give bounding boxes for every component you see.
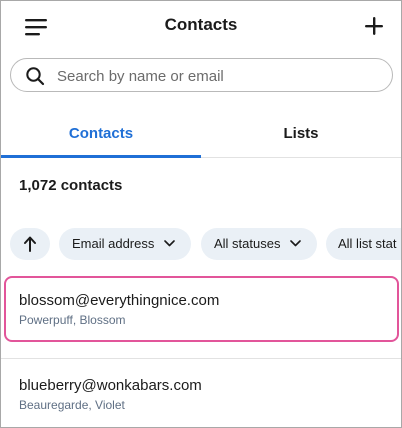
contact-name: Powerpuff, Blossom bbox=[19, 313, 126, 327]
arrow-up-icon bbox=[24, 236, 36, 252]
filter-chips: Email address All statuses All list stat bbox=[1, 228, 401, 260]
filter-statuses[interactable]: All statuses bbox=[201, 228, 317, 260]
sort-button[interactable] bbox=[10, 228, 50, 260]
filter-email-address[interactable]: Email address bbox=[59, 228, 191, 260]
page-title: Contacts bbox=[164, 15, 238, 34]
tab-contacts[interactable]: Contacts bbox=[1, 111, 201, 158]
plus-icon[interactable] bbox=[361, 13, 387, 39]
row-divider bbox=[1, 358, 401, 359]
search-input[interactable] bbox=[57, 65, 377, 87]
selection-highlight bbox=[4, 276, 399, 342]
active-tab-indicator bbox=[1, 155, 201, 158]
contact-count: 1,072 contacts bbox=[19, 177, 123, 194]
contact-email: blueberry@wonkabars.com bbox=[19, 377, 202, 394]
filter-statuses-label: All statuses bbox=[214, 236, 281, 251]
contact-row[interactable]: blueberry@wonkabars.com Beauregarde, Vio… bbox=[1, 363, 401, 425]
tab-bar: Contacts Lists bbox=[1, 111, 401, 158]
app-header: Contacts bbox=[1, 1, 401, 53]
chevron-down-icon bbox=[290, 240, 301, 247]
filter-list-statuses-label: All list stat bbox=[338, 236, 397, 251]
search-bar bbox=[10, 58, 393, 92]
contacts-screen: Contacts Contacts Lists 1,072 contacts E… bbox=[0, 0, 402, 428]
search-icon bbox=[26, 67, 45, 86]
filter-email-address-label: Email address bbox=[72, 236, 155, 251]
contact-row-selected[interactable]: blossom@everythingnice.com Powerpuff, Bl… bbox=[1, 276, 401, 342]
chevron-down-icon bbox=[164, 240, 175, 247]
filter-list-statuses[interactable]: All list stat bbox=[326, 228, 401, 260]
tab-lists[interactable]: Lists bbox=[201, 111, 401, 158]
contact-name: Beauregarde, Violet bbox=[19, 398, 125, 412]
contact-email: blossom@everythingnice.com bbox=[19, 292, 220, 309]
